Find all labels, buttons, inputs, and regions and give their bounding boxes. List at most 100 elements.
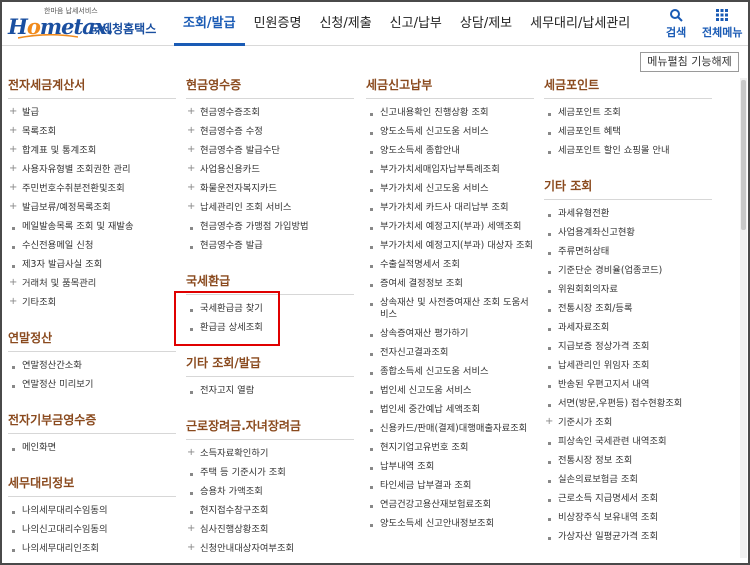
menu-section-title[interactable]: 근로장려금.자녀장려금 — [186, 419, 356, 439]
menu-item[interactable]: 가상자산 일평균가격 조회 — [544, 528, 714, 547]
menu-item[interactable]: 연말정산 미리보기 — [8, 376, 178, 395]
menu-item[interactable]: 전통시장 조회/등록 — [544, 300, 714, 319]
menu-item[interactable]: 세금포인트 혜택 — [544, 123, 714, 142]
menu-item[interactable]: 소득자료확인하기 — [186, 445, 356, 464]
menu-item[interactable]: 연말정산간소화 — [8, 357, 178, 376]
menu-section-title[interactable]: 세무대리정보 — [8, 476, 178, 496]
hometax-logo[interactable]: 한마음 납세서비스 Hometax. 국세청홈택스 — [8, 6, 158, 40]
menu-item[interactable]: 나의세무대리인조회 — [8, 540, 178, 559]
menu-item[interactable]: 국세환급금 찾기 — [186, 300, 356, 319]
menu-item[interactable]: 실손의료보험금 조회 — [544, 471, 714, 490]
menu-item[interactable]: 기타조회 — [8, 294, 178, 313]
nav-item-inquiry-issue[interactable]: 조회/발급 — [174, 2, 245, 46]
menu-item[interactable]: 현지기업고유번호 조회 — [366, 439, 536, 458]
menu-item[interactable]: 주민번호수취분전환및조회 — [8, 180, 178, 199]
scrollbar-thumb[interactable] — [741, 80, 746, 230]
menu-section-title[interactable]: 기타 조회 — [544, 179, 714, 199]
menu-item[interactable]: 사업용신용카드 — [186, 161, 356, 180]
menu-section-title[interactable]: 국세환급 — [186, 274, 356, 294]
all-menu-button[interactable]: 전체메뉴 — [702, 8, 742, 40]
menu-item[interactable]: 종합소득세 신고도움 서비스 — [366, 363, 536, 382]
menu-item[interactable]: 현지접수창구조회 — [186, 502, 356, 521]
menu-item[interactable]: 나의신고대리수임동의 — [8, 521, 178, 540]
menu-item[interactable]: 주택 등 기준시가 조회 — [186, 464, 356, 483]
menu-section-title[interactable]: 세금포인트 — [544, 78, 714, 98]
menu-item[interactable]: 신용카드/판매(결제)대행매출자료조회 — [366, 420, 536, 439]
menu-item[interactable]: 현금영수증 발급수단 — [186, 142, 356, 161]
nav-item-report-payment[interactable]: 신고/납부 — [381, 2, 451, 46]
menu-item[interactable]: 화물운전자복지카드 — [186, 180, 356, 199]
menu-item[interactable]: 근로소득 지급명세서 조회 — [544, 490, 714, 509]
nav-item-consult[interactable]: 상담/제보 — [451, 2, 521, 46]
search-button[interactable]: 검색 — [666, 8, 686, 40]
menu-item[interactable]: 현금영수증 발급 — [186, 237, 356, 256]
nav-item-certificate[interactable]: 민원증명 — [245, 2, 311, 46]
menu-item[interactable]: 피상속인 국세관련 내역조회 — [544, 433, 714, 452]
menu-section-title[interactable]: 현금영수증 — [186, 78, 356, 98]
menu-item[interactable]: 전통시장 정보 조회 — [544, 452, 714, 471]
menu-item[interactable]: 현금영수증 수정 — [186, 123, 356, 142]
menu-item[interactable]: 수신전용메일 신청 — [8, 237, 178, 256]
menu-item[interactable]: 양도소득세 신고도움 서비스 — [366, 123, 536, 142]
menu-item[interactable]: 위원회회의자료 — [544, 281, 714, 300]
menu-item[interactable]: 세금포인트 조회 — [544, 104, 714, 123]
menu-item[interactable]: 기준시가 조회 — [544, 414, 714, 433]
menu-item[interactable]: 상속증여재산 평가하기 — [366, 325, 536, 344]
menu-section-title[interactable]: 기타 조회/발급 — [186, 356, 356, 376]
menu-item[interactable]: 기준단순 경비율(업종코드) — [544, 262, 714, 281]
menu-item[interactable]: 심사진행상황조회 — [186, 521, 356, 540]
menu-item[interactable]: 신청안내대상자여부조회 — [186, 540, 356, 559]
menu-item[interactable]: 과세자료조회 — [544, 319, 714, 338]
menu-section-title[interactable]: 연말정산 — [8, 331, 178, 351]
menu-item[interactable]: 거래처 및 품목관리 — [8, 275, 178, 294]
menu-item[interactable]: 현금영수증조회 — [186, 104, 356, 123]
menu-item[interactable]: 비상장주식 보유내역 조회 — [544, 509, 714, 528]
menu-section-title[interactable]: 전자기부금영수증 — [8, 413, 178, 433]
menu-release-button[interactable]: 메뉴펼침 기능해제 — [640, 52, 739, 72]
menu-item[interactable]: 납세관리인 조회 서비스 — [186, 199, 356, 218]
menu-item[interactable]: 세금포인트 할인 쇼핑몰 안내 — [544, 142, 714, 161]
menu-item[interactable]: 부가가치세매입자납부특례조회 — [366, 161, 536, 180]
menu-item[interactable]: 전자고지 열람 — [186, 382, 356, 401]
menu-item[interactable]: 납부내역 조회 — [366, 458, 536, 477]
menu-item[interactable]: 부가가치세 신고도움 서비스 — [366, 180, 536, 199]
vertical-scrollbar[interactable] — [740, 78, 747, 558]
menu-item[interactable]: 부가가치세 예정고지(부과) 세액조회 — [366, 218, 536, 237]
menu-item[interactable]: 메인화면 — [8, 439, 178, 458]
menu-item[interactable]: 증여세 결정정보 조회 — [366, 275, 536, 294]
menu-item[interactable]: 나의세무대리수임동의 — [8, 502, 178, 521]
menu-item[interactable]: 연금건강고용산재보험료조회 — [366, 496, 536, 515]
menu-item[interactable]: 사용자유형별 조회권한 관리 — [8, 161, 178, 180]
menu-item[interactable]: 상속재산 및 사전증여재산 조회 도움서비스 — [366, 294, 536, 325]
menu-item[interactable]: 지급보증 정상가격 조회 — [544, 338, 714, 357]
menu-item[interactable]: 승용차 가액조회 — [186, 483, 356, 502]
menu-item[interactable]: 납세관리인 위임자 조회 — [544, 357, 714, 376]
menu-item[interactable]: 제3자 발급사실 조회 — [8, 256, 178, 275]
menu-item[interactable]: 법인세 중간예납 세액조회 — [366, 401, 536, 420]
menu-item[interactable]: 반송된 우편고지서 내역 — [544, 376, 714, 395]
menu-section-title[interactable]: 전자세금계산서 — [8, 78, 178, 98]
menu-item[interactable]: 사업용계좌신고현황 — [544, 224, 714, 243]
menu-item[interactable]: 서면(방문,우편등) 접수현황조회 — [544, 395, 714, 414]
menu-item[interactable]: 수출실적명세서 조회 — [366, 256, 536, 275]
menu-item[interactable]: 발급보류/예정목록조회 — [8, 199, 178, 218]
menu-item[interactable]: 합계표 및 통계조회 — [8, 142, 178, 161]
menu-item[interactable]: 목록조회 — [8, 123, 178, 142]
menu-item[interactable]: 양도소득세 신고안내정보조회 — [366, 515, 536, 534]
menu-item[interactable]: 발급 — [8, 104, 178, 123]
menu-item[interactable]: 신고내용확인 진행상황 조회 — [366, 104, 536, 123]
menu-item[interactable]: 현금영수증 가맹점 가입방법 — [186, 218, 356, 237]
menu-item[interactable]: 타인세금 납부결과 조회 — [366, 477, 536, 496]
menu-item[interactable]: 전자신고결과조회 — [366, 344, 536, 363]
menu-item[interactable]: 법인세 신고도움 서비스 — [366, 382, 536, 401]
menu-item[interactable]: 과세유형전환 — [544, 205, 714, 224]
menu-item[interactable]: 부가가치세 예정고지(부과) 대상자 조회 — [366, 237, 536, 256]
nav-item-tax-agent[interactable]: 세무대리/납세관리 — [521, 2, 639, 46]
menu-item[interactable]: 메일발송목록 조회 및 재발송 — [8, 218, 178, 237]
menu-item[interactable]: 양도소득세 종합안내 — [366, 142, 536, 161]
menu-section-title[interactable]: 세금신고납부 — [366, 78, 536, 98]
nav-item-application[interactable]: 신청/제출 — [310, 2, 380, 46]
menu-item[interactable]: 환급금 상세조회 — [186, 319, 356, 338]
menu-item[interactable]: 부가가치세 카드사 대리납부 조회 — [366, 199, 536, 218]
menu-item[interactable]: 주류면허상태 — [544, 243, 714, 262]
